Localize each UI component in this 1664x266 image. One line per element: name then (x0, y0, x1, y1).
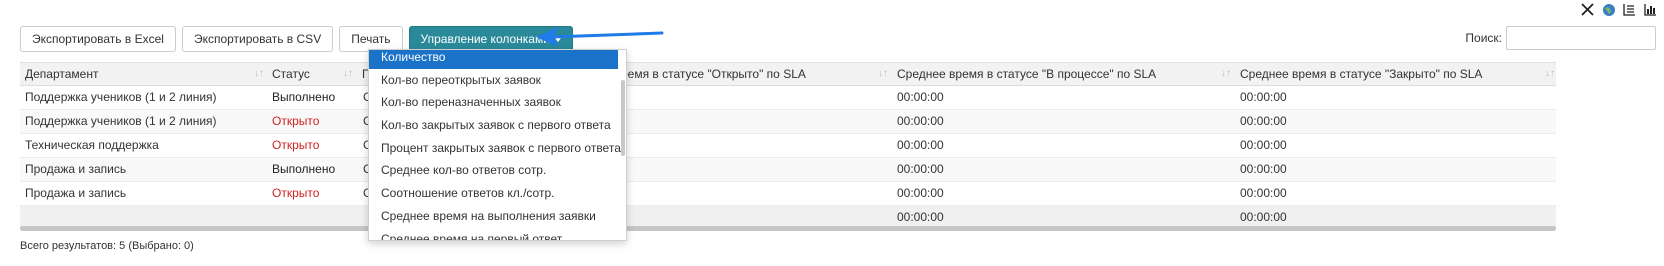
menu-item-reassigned[interactable]: Кол-во переназначенных заявок (369, 91, 618, 114)
cell-progress-sla: 00:00:00 (897, 138, 944, 152)
data-table: Департамент ↓↑ Статус ↓↑ П ремя в статус… (20, 62, 1556, 230)
cell-status: Открыто (272, 114, 320, 128)
search-box: Поиск: (1465, 26, 1656, 50)
sort-icon[interactable]: ↓↑ (878, 63, 888, 85)
table-row[interactable]: Продажа и запись Выполнено C 00:00:00 00… (20, 158, 1556, 182)
globe-icon[interactable] (1601, 2, 1616, 17)
table-row[interactable]: Продажа и запись Открыто C 00:00:00 00:0… (20, 182, 1556, 206)
cell-status: Открыто (272, 186, 320, 200)
menu-item-percent-closed-first-reply[interactable]: Процент закрытых заявок с первого ответа (369, 137, 621, 160)
cell-progress-sla: 00:00:00 (897, 90, 944, 104)
results-summary: Всего результатов: 5 (Выбрано: 0) (20, 240, 194, 252)
menu-item-count[interactable]: Количество (369, 50, 618, 69)
search-input[interactable] (1506, 26, 1656, 50)
menu-item-avg-staff-replies[interactable]: Среднее кол-во ответов сотр. (369, 159, 618, 182)
header-closed-sla[interactable]: Среднее время в статусе "Закрыто" по SLA (1240, 63, 1482, 85)
header-department[interactable]: Департамент (25, 63, 98, 85)
cell-department: Продажа и запись (25, 186, 127, 200)
cell-closed-sla: 00:00:00 (1240, 186, 1287, 200)
arrow-annotation-icon (536, 27, 664, 47)
table-row[interactable]: Поддержка учеников (1 и 2 линия) Выполне… (20, 86, 1556, 110)
sort-icon[interactable]: ↓↑ (1221, 63, 1231, 85)
export-excel-button[interactable]: Экспортировать в Excel (20, 26, 176, 52)
sort-icon[interactable]: ↓↑ (343, 63, 353, 85)
close-icon[interactable] (1580, 2, 1595, 17)
menu-item-avg-first-reply-time[interactable]: Среднее время на первый ответ (369, 228, 618, 241)
sort-icon[interactable]: ↓↑ (254, 63, 264, 85)
cell-status: Выполнено (272, 162, 336, 176)
table-row[interactable]: Поддержка учеников (1 и 2 линия) Открыто… (20, 110, 1556, 134)
list-icon[interactable] (1622, 2, 1637, 17)
cell-closed-sla: 00:00:00 (1240, 138, 1287, 152)
cell-status: Открыто (272, 138, 320, 152)
cell-closed-sla: 00:00:00 (1240, 114, 1287, 128)
cell-department: Продажа и запись (25, 162, 127, 176)
menu-item-reply-ratio[interactable]: Соотношение ответов кл./сотр. (369, 182, 618, 205)
top-right-icons (1580, 2, 1658, 17)
cell-department: Поддержка учеников (1 и 2 линия) (25, 114, 217, 128)
cell-department: Техническая поддержка (25, 138, 159, 152)
cell-closed-sla: 00:00:00 (1240, 90, 1287, 104)
cell-department: Поддержка учеников (1 и 2 линия) (25, 90, 217, 104)
horizontal-scrollbar[interactable] (20, 226, 1556, 231)
columns-dropdown-menu: Количество Кол-во переоткрытых заявок Ко… (368, 49, 627, 241)
cell-status: Выполнено (272, 90, 336, 104)
sort-icon[interactable]: ↓↑ (1545, 63, 1555, 85)
menu-item-reopened[interactable]: Кол-во переоткрытых заявок (369, 69, 618, 92)
cell-progress-sla: 00:00:00 (897, 162, 944, 176)
cell-progress-sla: 00:00:00 (897, 186, 944, 200)
header-open-sla[interactable]: ремя в статусе "Открыто" по SLA (621, 63, 806, 85)
header-status[interactable]: Статус (272, 63, 310, 85)
dropdown-scrollbar[interactable] (621, 80, 625, 156)
columns-button-label: Управление колонками (420, 32, 550, 46)
menu-item-closed-first-reply[interactable]: Кол-во закрытых заявок с первого ответа (369, 114, 618, 137)
cell-closed-sla: 00:00:00 (1240, 162, 1287, 176)
menu-item-avg-completion-time[interactable]: Среднее время на выполнения заявки (369, 205, 618, 228)
search-label: Поиск: (1465, 31, 1502, 45)
bar-chart-icon[interactable] (1643, 2, 1658, 17)
table-header: Департамент ↓↑ Статус ↓↑ П ремя в статус… (20, 62, 1556, 86)
table-row[interactable]: Техническая поддержка Открыто C 00:00:00… (20, 134, 1556, 158)
header-progress-sla[interactable]: Среднее время в статусе "В процессе" по … (897, 63, 1156, 85)
cell-progress-sla: 00:00:00 (897, 114, 944, 128)
export-csv-button[interactable]: Экспортировать в CSV (181, 26, 334, 52)
